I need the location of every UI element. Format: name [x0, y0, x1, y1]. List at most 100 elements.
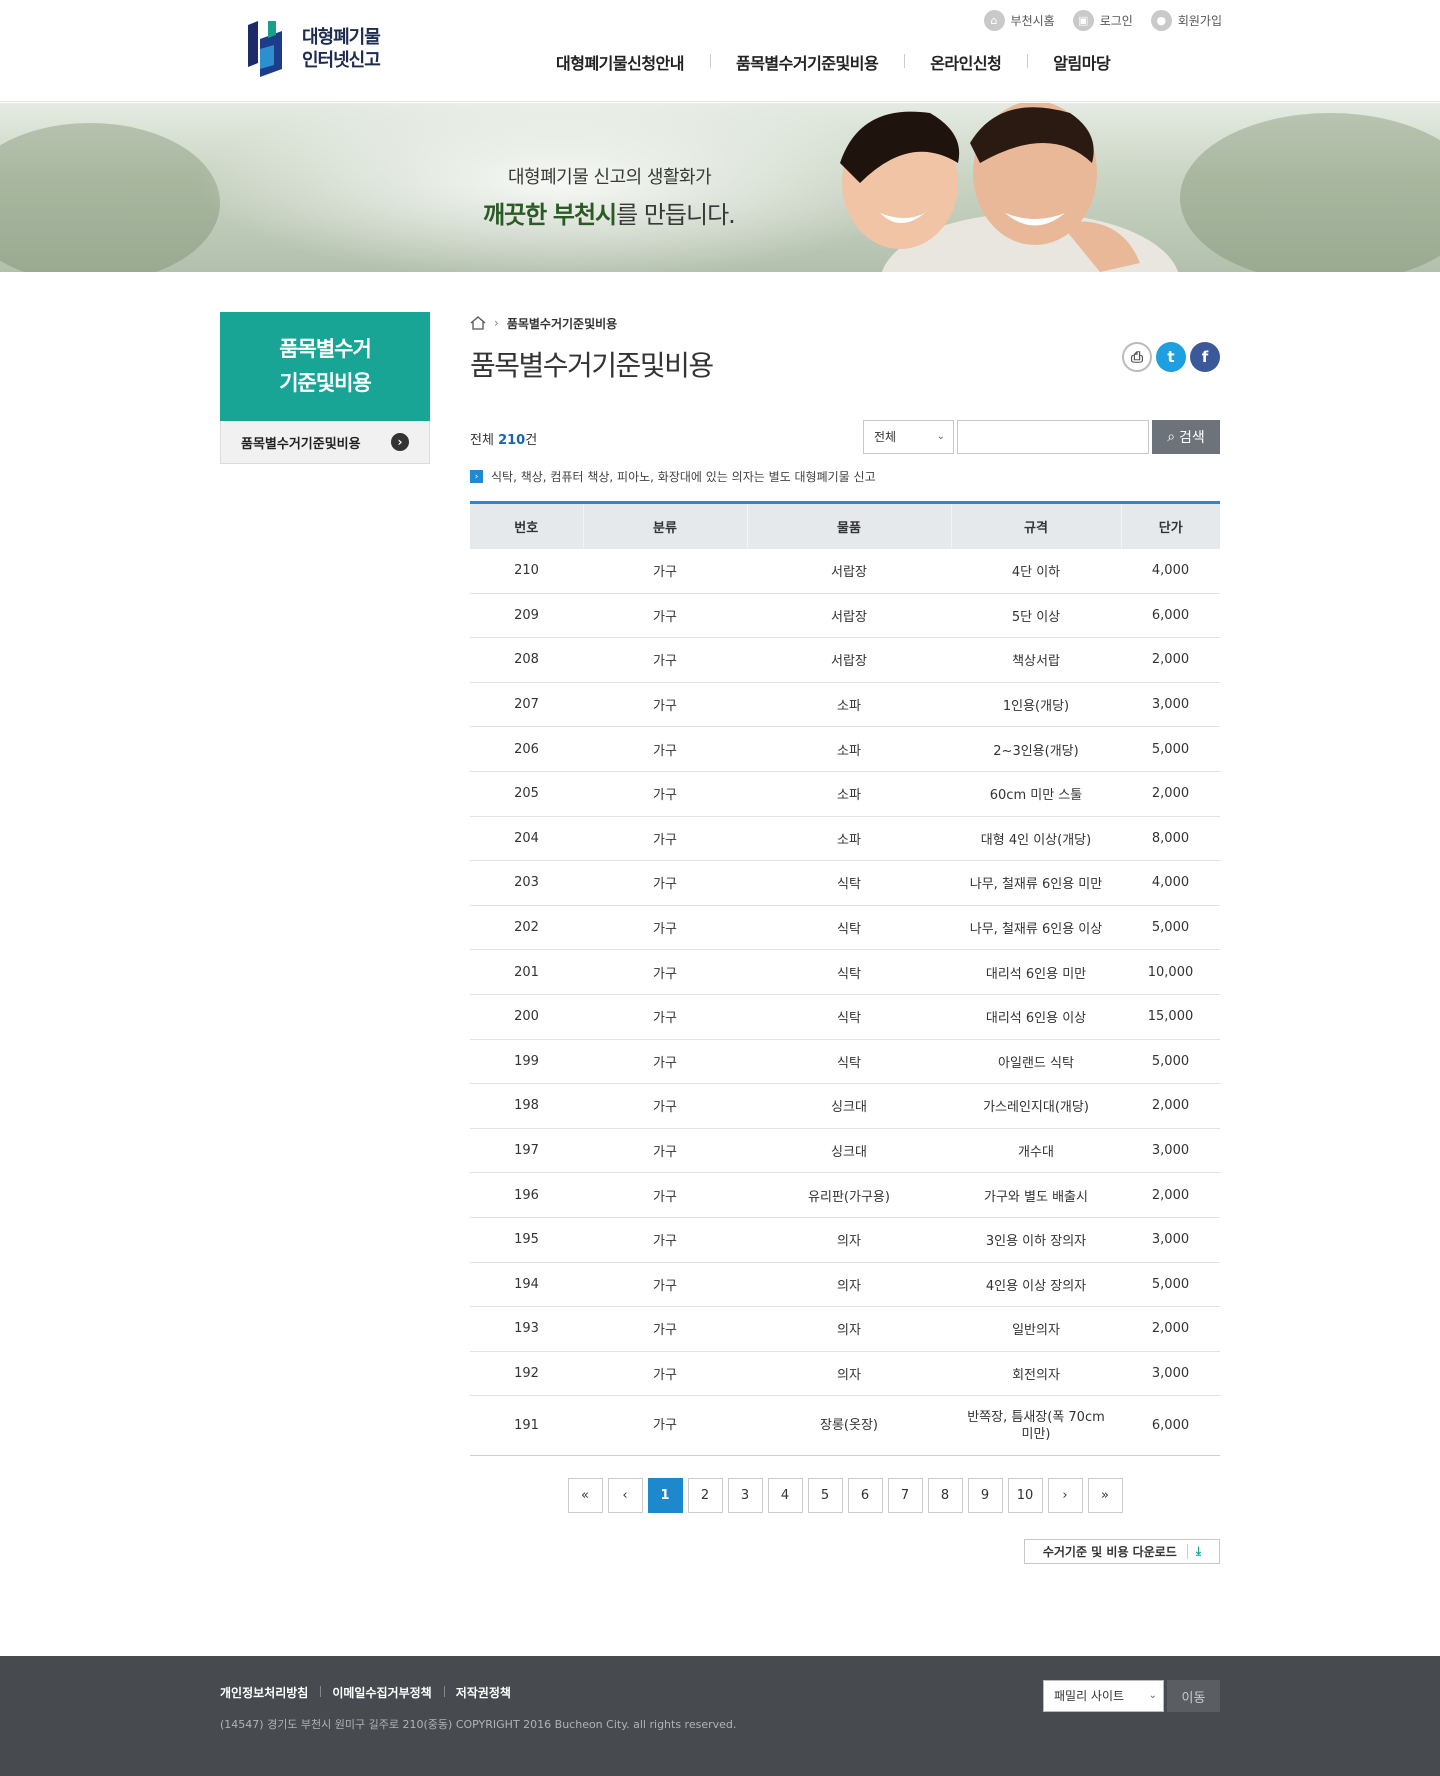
cell-category: 가구	[583, 726, 747, 772]
cell-item: 의자	[747, 1217, 951, 1263]
twitter-icon[interactable]: t	[1156, 342, 1186, 372]
download-button[interactable]: 수거기준 및 비용 다운로드 ⤓	[1024, 1539, 1220, 1565]
cell-no: 199	[470, 1039, 583, 1085]
util-home-link[interactable]: ⌂ 부천시홈	[983, 10, 1055, 31]
page-next-button[interactable]: ›	[1047, 1478, 1083, 1514]
main-nav: 대형폐기물신청안내 품목별수거기준및비용 온라인신청 알림마당	[550, 50, 1136, 74]
pagination: « ‹ 1 2 3 4 5 6 7 8 9 10 › »	[470, 1478, 1220, 1514]
cell-spec: 개수대	[951, 1128, 1121, 1174]
breadcrumb: › 품목별수거기준및비용	[470, 312, 1220, 334]
cell-category: 가구	[583, 1217, 747, 1263]
print-icon[interactable]: ⎙	[1122, 342, 1152, 372]
cell-no: 207	[470, 682, 583, 728]
util-join-link[interactable]: ● 회원가입	[1150, 10, 1222, 31]
cell-category: 가구	[583, 1306, 747, 1352]
cell-no: 195	[470, 1217, 583, 1263]
search-button[interactable]: ⌕ 검색	[1152, 420, 1220, 454]
page-button[interactable]: 4	[767, 1478, 803, 1514]
cell-price: 5,000	[1121, 905, 1220, 951]
page-button[interactable]: 2	[687, 1478, 723, 1514]
cell-category: 가구	[583, 1262, 747, 1308]
footer-link-email[interactable]: 이메일수집거부정책	[320, 1684, 443, 1701]
cell-spec: 나무, 철재류 6인용 미만	[951, 860, 1121, 906]
family-site-select[interactable]: 패밀리 사이트 ⌄	[1043, 1680, 1164, 1712]
facebook-icon[interactable]: f	[1190, 342, 1220, 372]
site-logo[interactable]: 대형폐기물 인터넷신고	[246, 20, 406, 78]
footer-link-copyright[interactable]: 저작권정책	[443, 1684, 523, 1701]
nav-guide[interactable]: 대형폐기물신청안내	[550, 50, 710, 74]
lock-icon: ▣	[1072, 10, 1094, 31]
cell-no: 210	[470, 548, 583, 594]
cell-item: 의자	[747, 1351, 951, 1397]
cell-category: 가구	[583, 771, 747, 817]
util-home-label: 부천시홈	[1010, 14, 1055, 28]
copyright-text: (14547) 경기도 부천시 원미구 길주로 210(중동) COPYRIGH…	[220, 1718, 737, 1731]
page-first-button[interactable]: «	[567, 1478, 603, 1514]
cell-item: 식탁	[747, 994, 951, 1040]
table-row: 207 가구 소파 1인용(개당) 3,000	[470, 682, 1220, 728]
table-body: 210 가구 서랍장 4단 이하 4,000 209 가구 서랍장 5단 이상 6,000 208 가…	[470, 548, 1220, 1457]
list-notice: › 식탁, 책상, 컴퓨터 책상, 피아노, 화장대에 있는 의자는 별도 대형…	[470, 468, 1220, 485]
nav-notice[interactable]: 알림마당	[1027, 50, 1136, 74]
cell-item: 유리판(가구용)	[747, 1172, 951, 1218]
search-category-select[interactable]: 전체 ⌄	[863, 420, 954, 454]
page-button[interactable]: 6	[847, 1478, 883, 1514]
cell-spec: 5단 이상	[951, 593, 1121, 639]
nav-cost[interactable]: 품목별수거기준및비용	[709, 50, 904, 74]
cell-item: 싱크대	[747, 1083, 951, 1129]
share-tools: ⎙ t f	[1122, 342, 1220, 372]
page-button[interactable]: 7	[887, 1478, 923, 1514]
cell-price: 5,000	[1121, 1039, 1220, 1085]
cell-price: 6,000	[1121, 1395, 1220, 1457]
cell-no: 209	[470, 593, 583, 639]
cell-spec: 책상서랍	[951, 637, 1121, 683]
cell-no: 198	[470, 1083, 583, 1129]
list-toolbar: 전체 210건 전체 ⌄ ⌕ 검색	[470, 420, 1220, 456]
cell-spec: 2~3인용(개당)	[951, 726, 1121, 772]
cell-spec: 4인용 이상 장의자	[951, 1262, 1121, 1308]
cell-category: 가구	[583, 860, 747, 906]
page-prev-button[interactable]: ‹	[607, 1478, 643, 1514]
page-last-button[interactable]: »	[1087, 1478, 1123, 1514]
cell-spec: 1인용(개당)	[951, 682, 1121, 728]
search-icon: ⌕	[1167, 429, 1176, 445]
cell-category: 가구	[583, 1172, 747, 1218]
cell-spec: 가구와 별도 배출시	[951, 1172, 1121, 1218]
cell-price: 3,000	[1121, 1351, 1220, 1397]
cell-price: 3,000	[1121, 682, 1220, 728]
cell-item: 장롱(옷장)	[747, 1395, 951, 1457]
cell-price: 8,000	[1121, 816, 1220, 862]
page-button[interactable]: 1	[647, 1478, 683, 1514]
sub-nav-item-cost[interactable]: 품목별수거기준및비용 ›	[220, 421, 430, 464]
page-button[interactable]: 10	[1007, 1478, 1043, 1514]
cell-category: 가구	[583, 949, 747, 995]
table-row: 192 가구 의자 회전의자 3,000	[470, 1351, 1220, 1397]
page-button[interactable]: 9	[967, 1478, 1003, 1514]
nav-apply[interactable]: 온라인신청	[904, 50, 1027, 74]
home-icon[interactable]	[470, 316, 486, 330]
util-join-label: 회원가입	[1177, 14, 1222, 28]
cell-spec: 나무, 철재류 6인용 이상	[951, 905, 1121, 951]
col-header-price: 단가	[1120, 502, 1220, 549]
search-button-label: 검색	[1179, 430, 1205, 446]
util-login-link[interactable]: ▣ 로그인	[1072, 10, 1133, 31]
cell-spec: 가스레인지대(개당)	[951, 1083, 1121, 1129]
family-site-value: 패밀리 사이트	[1054, 1689, 1125, 1703]
page-button[interactable]: 3	[727, 1478, 763, 1514]
page-button[interactable]: 5	[807, 1478, 843, 1514]
sub-nav: 품목별수거 기준및비용 품목별수거기준및비용 ›	[220, 312, 430, 464]
utility-menu: ⌂ 부천시홈 ▣ 로그인 ● 회원가입	[983, 10, 1222, 31]
main-content: › 품목별수거기준및비용 품목별수거기준및비용 ⎙ t f 전체 210건 전체…	[470, 312, 1220, 1565]
cell-no: 208	[470, 637, 583, 683]
chevron-right-icon: ›	[470, 470, 483, 483]
page-button[interactable]: 8	[927, 1478, 963, 1514]
search-category-value: 전체	[874, 430, 897, 444]
table-row: 204 가구 소파 대형 4인 이상(개당) 8,000	[470, 816, 1220, 862]
col-header-item: 물품	[746, 502, 951, 549]
search-input[interactable]	[957, 420, 1149, 454]
cell-item: 서랍장	[747, 548, 951, 594]
table-row: 202 가구 식탁 나무, 철재류 6인용 이상 5,000	[470, 905, 1220, 951]
footer-link-privacy[interactable]: 개인정보처리방침	[220, 1684, 320, 1701]
family-site-go-button[interactable]: 이동	[1167, 1680, 1220, 1712]
banner-bold1: 깨끗한	[483, 201, 547, 229]
